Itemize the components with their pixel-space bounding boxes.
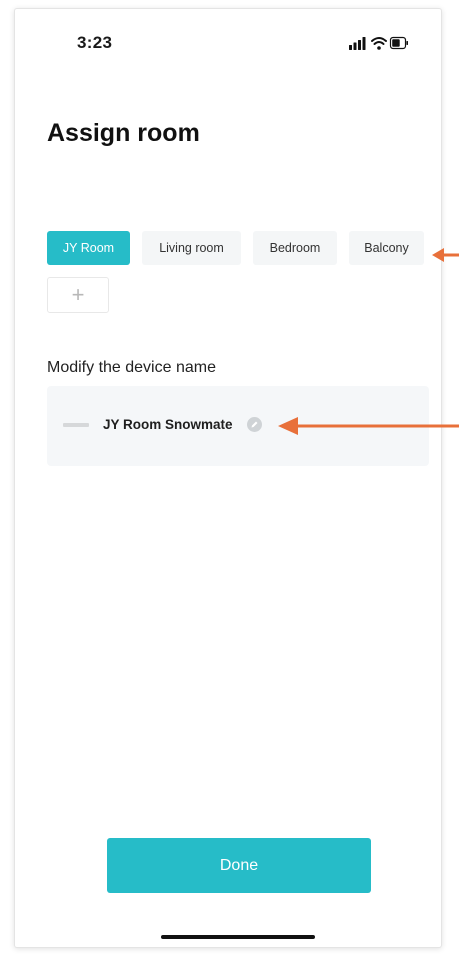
- room-chip-living-room[interactable]: Living room: [142, 231, 241, 265]
- edit-pencil-icon[interactable]: [247, 417, 262, 432]
- status-time: 3:23: [77, 33, 113, 52]
- home-indicator: [161, 935, 315, 939]
- room-chip-bedroom[interactable]: Bedroom: [253, 231, 337, 265]
- room-chip-jy-room[interactable]: JY Room: [47, 231, 130, 265]
- annotation-arrow-rooms: [432, 248, 459, 262]
- room-chip-balcony[interactable]: Balcony: [349, 231, 424, 265]
- device-name[interactable]: JY Room Snowmate: [103, 417, 233, 432]
- phone-screen: 3:23 Assign room JY Room Living room Bed…: [14, 8, 442, 948]
- done-button[interactable]: Done: [107, 838, 371, 893]
- signal-bars-icon: [349, 37, 366, 50]
- plus-icon: +: [71, 282, 85, 307]
- wifi-icon: [371, 37, 387, 50]
- status-icons: [349, 36, 408, 50]
- add-room-button[interactable]: +: [47, 277, 109, 313]
- device-section-label: Modify the device name: [47, 359, 216, 376]
- device-icon: [63, 423, 89, 427]
- battery-icon: [389, 36, 408, 50]
- annotation-arrow-device-name: [278, 417, 459, 435]
- page-title: Assign room: [47, 119, 200, 147]
